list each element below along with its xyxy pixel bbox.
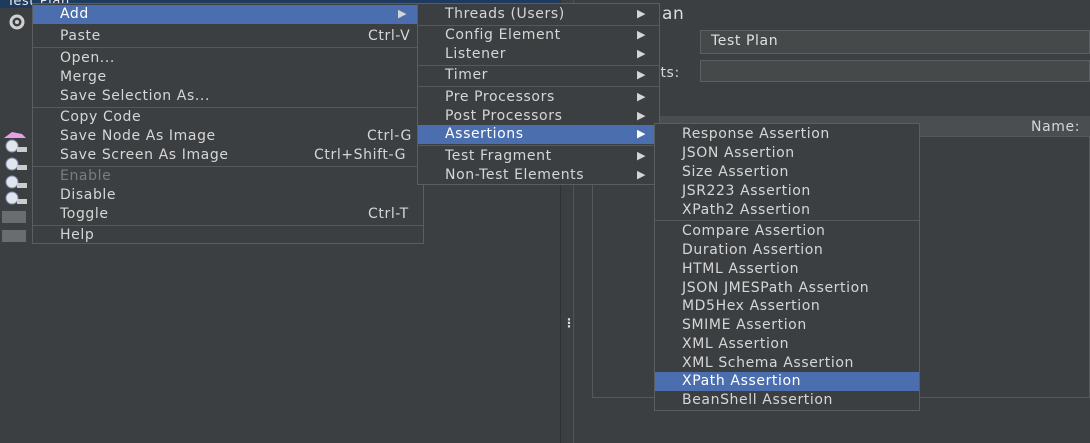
name-field-value: Test Plan [711,33,779,49]
submenu-arrow-icon: ▶ [637,127,647,140]
menu-item-copy-code[interactable]: Copy Code [33,108,423,127]
menu-item-open[interactable]: Open... [33,49,423,68]
menu-item-json-jmespath-assertion[interactable]: JSON JMESPath Assertion [655,279,919,298]
menu-item-xml-schema-assertion[interactable]: XML Schema Assertion [655,354,919,373]
menu-item-non-test-elements[interactable]: Non-Test Elements ▶ [418,166,659,185]
sampler-icon [0,190,30,205]
context-menu: Add ▶ Paste Ctrl-V Open... Merge Save Se… [32,3,424,244]
menu-item-xpath-assertion[interactable]: XPath Assertion [655,372,919,391]
menu-item-threads-users[interactable]: Threads (Users) ▶ [418,5,659,24]
shortcut-label: Ctrl-G [367,128,412,144]
sampler-icon [0,174,30,189]
submenu-arrow-icon: ▶ [637,47,647,60]
menu-separator [655,220,919,221]
menu-item-json-assertion[interactable]: JSON Assertion [655,144,919,163]
table-column-name: Name: [1031,119,1081,135]
menu-item-paste[interactable]: Paste Ctrl-V [33,27,423,46]
menu-separator [418,86,659,87]
submenu-arrow-icon: ▶ [637,68,647,81]
menu-item-save-selection-as[interactable]: Save Selection As... [33,87,423,106]
comments-field[interactable] [700,60,1090,82]
menu-item-xml-assertion[interactable]: XML Assertion [655,335,919,354]
menu-item-pre-processors[interactable]: Pre Processors ▶ [418,88,659,107]
panel-title: an [662,4,685,24]
disabled-element-icon [0,228,30,242]
menu-item-test-fragment[interactable]: Test Fragment ▶ [418,147,659,166]
submenu-arrow-icon: ▶ [637,149,647,162]
add-submenu: Threads (Users) ▶ Config Element ▶ Liste… [417,3,660,185]
menu-item-beanshell-assertion[interactable]: BeanShell Assertion [655,391,919,410]
menu-item-html-assertion[interactable]: HTML Assertion [655,260,919,279]
menu-item-duration-assertion[interactable]: Duration Assertion [655,241,919,260]
menu-item-assertions[interactable]: Assertions ▶ [418,125,659,144]
shortcut-label: Ctrl-T [368,206,409,222]
assertions-submenu: Response Assertion JSON Assertion Size A… [654,123,920,411]
menu-item-merge[interactable]: Merge [33,68,423,87]
menu-item-config-element[interactable]: Config Element ▶ [418,26,659,45]
menu-item-md5hex-assertion[interactable]: MD5Hex Assertion [655,297,919,316]
menu-item-enable: Enable [60,168,112,184]
menu-item-post-processors[interactable]: Post Processors ▶ [418,107,659,126]
shortcut-label: Ctrl+Shift-G [314,147,407,163]
menu-separator [33,47,423,48]
menu-item-save-screen-as-image[interactable]: Save Screen As Image Ctrl+Shift-G [33,146,423,165]
shortcut-label: Ctrl-V [368,28,411,44]
menu-item-xpath2-assertion[interactable]: XPath2 Assertion [655,201,919,220]
menu-item-disable[interactable]: Disable [33,186,423,205]
menu-item-response-assertion[interactable]: Response Assertion [655,125,919,144]
sampler-icon [0,138,30,153]
menu-item-help[interactable]: Help [33,226,423,245]
menu-item-save-node-as-image[interactable]: Save Node As Image Ctrl-G [33,127,423,146]
gear-icon [9,14,25,30]
menu-separator [418,145,659,146]
submenu-arrow-icon: ▶ [637,7,647,20]
submenu-arrow-icon: ▶ [637,109,647,122]
menu-item-toggle[interactable]: Toggle Ctrl-T [33,205,423,224]
submenu-arrow-icon: ▶ [637,28,647,41]
menu-item-timer[interactable]: Timer ▶ [418,66,659,85]
disabled-element-icon [0,209,30,223]
menu-item-listener[interactable]: Listener ▶ [418,45,659,64]
menu-item-compare-assertion[interactable]: Compare Assertion [655,222,919,241]
submenu-arrow-icon: ▶ [637,168,647,181]
sampler-icon [0,156,30,171]
menu-item-jsr223-assertion[interactable]: JSR223 Assertion [655,182,919,201]
menu-item-smime-assertion[interactable]: SMIME Assertion [655,316,919,335]
submenu-arrow-icon: ▶ [637,90,647,103]
submenu-arrow-icon: ▶ [398,7,408,20]
menu-item-size-assertion[interactable]: Size Assertion [655,163,919,182]
menu-item-add[interactable]: Add ▶ [33,5,423,24]
